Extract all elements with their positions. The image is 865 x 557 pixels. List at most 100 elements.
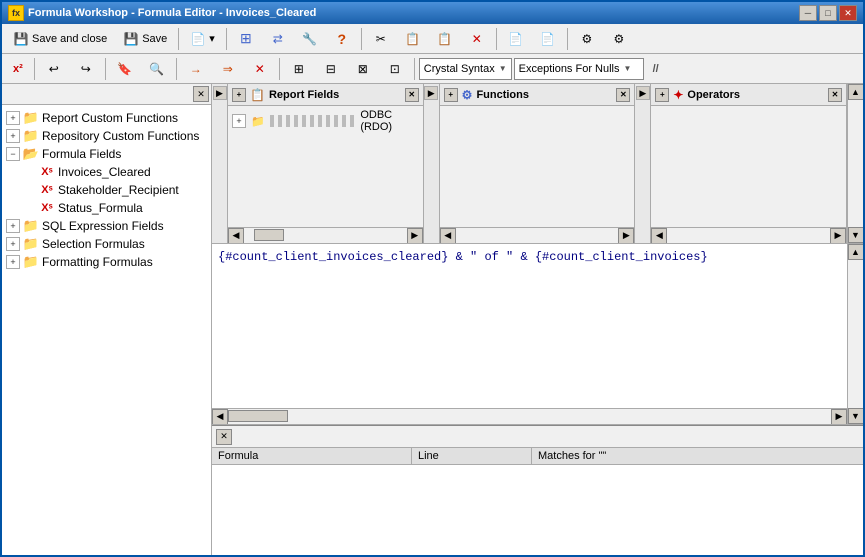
tree-item-invoices-cleared[interactable]: Xˢ Invoices_Cleared [4,163,209,181]
nulls-dropdown[interactable]: Exceptions For Nulls ▼ [514,58,644,80]
tree-expander-4[interactable]: + [6,237,20,251]
op-hscroll-left[interactable]: ◀ [651,228,667,244]
narrow-expand-btn3[interactable]: ▶ [636,86,650,100]
formula-workshop-button[interactable]: ⊞ [231,27,261,51]
tree-item-selection[interactable]: + 📁 Selection Formulas [4,235,209,253]
cut-button[interactable]: ✂ [366,27,396,51]
report-fields-close[interactable]: ✕ [405,88,419,102]
report-fields-title: Report Fields [269,89,339,101]
tree-label-6: SQL Expression Fields [42,219,164,233]
redo-button[interactable]: ↪ [71,57,101,81]
tree-expander-1[interactable]: + [6,129,20,143]
bottom-table-header: Formula Line Matches for "" [212,448,863,465]
hscroll-right[interactable]: ▶ [407,228,423,244]
tree-item-status[interactable]: Xˢ Status_Formula [4,199,209,217]
save-close-button[interactable]: 💾 Save and close [6,27,114,51]
close-button[interactable]: ✕ [839,5,857,21]
delete-button[interactable]: ✕ [462,27,492,51]
grid-icon2: ⊟ [323,61,339,77]
functions-expand[interactable]: + [444,88,458,102]
gear-button2[interactable]: ⚙ [604,27,634,51]
formula-editor[interactable]: {#count_client_invoices_cleared} & " of … [212,244,847,408]
save-close-icon: 💾 [13,31,29,47]
narrow-expand-btn[interactable]: ▶ [213,86,227,100]
tree-item-report-custom[interactable]: + 📁 Report Custom Functions [4,109,209,127]
narrow-expand-btn2[interactable]: ▶ [424,86,438,100]
vscroll-down[interactable]: ▼ [848,227,863,243]
gear-button1[interactable]: ⚙ [572,27,602,51]
xy-button[interactable]: x² [6,57,30,81]
tree-expander-0[interactable]: + [6,111,20,125]
hscroll-thumb[interactable] [254,229,284,241]
grid-button3[interactable]: ⊠ [348,57,378,81]
x-button[interactable]: ✕ [245,57,275,81]
main-window: fx Formula Workshop - Formula Editor - I… [0,0,865,557]
sep7 [105,58,106,80]
copy-button[interactable]: 📋 [398,27,428,51]
undo-button[interactable]: ↩ [39,57,69,81]
title-bar-buttons: ─ □ ✕ [799,5,857,21]
formula-hscroll-right[interactable]: ▶ [831,409,847,425]
formula-hscroll-thumb[interactable] [228,410,288,422]
paste-button[interactable]: 📋 [430,27,460,51]
op-hscroll-right[interactable]: ▶ [830,228,846,244]
operators-expand[interactable]: + [655,88,669,102]
fn-hscroll-right[interactable]: ▶ [618,228,634,244]
rft-expander[interactable]: + [232,114,246,128]
report-fields-expand[interactable]: + [232,88,246,102]
arrow-button1[interactable]: → [181,57,211,81]
gear-icon1: ⚙ [579,31,595,47]
grid-button1[interactable]: ⊞ [284,57,314,81]
formula-section: {#count_client_invoices_cleared} & " of … [212,244,863,425]
arrow-button2[interactable]: ⇒ [213,57,243,81]
col-matches: Matches for "" [532,448,863,464]
report-fields-tree-root[interactable]: + 📁 ODBC (RDO) [230,108,421,134]
left-panel-close-btn[interactable]: ✕ [193,86,209,102]
tree-expander-5[interactable]: + [6,255,20,269]
formula-vscroll-down[interactable]: ▼ [848,408,864,424]
delete-icon: ✕ [469,31,485,47]
functions-close[interactable]: ✕ [616,88,630,102]
save-button[interactable]: 💾 Save [116,27,174,51]
formula-hscroll-track[interactable] [228,409,831,424]
vscroll-up[interactable]: ▲ [848,84,863,100]
report-fields-db-label: ODBC (RDO) [360,109,418,133]
tree-item-sql[interactable]: + 📁 SQL Expression Fields [4,217,209,235]
switch-button[interactable]: ⇄ [263,27,293,51]
hscroll-left[interactable]: ◀ [228,228,244,244]
prop-icon1: 📄 [508,31,524,47]
tree-item-repo-custom[interactable]: + 📁 Repository Custom Functions [4,127,209,145]
prop-icon2: 📄 [540,31,556,47]
report-fields-section: + 📋 Report Fields ✕ + 📁 ODBC (RDO) [228,84,424,243]
fn-hscroll-track[interactable] [456,228,619,243]
tree-expander-3[interactable]: + [6,219,20,233]
hscroll-track[interactable] [244,228,407,243]
new-button[interactable]: 📄 ▾ [183,27,222,51]
tree-expander-2[interactable]: − [6,147,20,161]
tree-item-formula-fields[interactable]: − 📂 Formula Fields [4,145,209,163]
prop-button2[interactable]: 📄 [533,27,563,51]
tree-item-stakeholder[interactable]: Xˢ Stakeholder_Recipient [4,181,209,199]
toolbar1: 💾 Save and close 💾 Save 📄 ▾ ⊞ ⇄ 🔧 ? ✂ [2,24,863,54]
formula-hscroll-left[interactable]: ◀ [212,409,228,425]
grid-button4[interactable]: ⊡ [380,57,410,81]
minimize-button[interactable]: ─ [799,5,817,21]
syntax-dropdown[interactable]: Crystal Syntax ▼ [419,58,512,80]
bookmark-button[interactable]: 🔖 [110,57,140,81]
grid-button2[interactable]: ⊟ [316,57,346,81]
redo-icon: ↪ [78,61,94,77]
tool-button[interactable]: 🔧 [295,27,325,51]
fn-hscroll-left[interactable]: ◀ [440,228,456,244]
tree-item-formatting[interactable]: + 📁 Formatting Formulas [4,253,209,271]
folder-icon-1: 📁 [23,128,39,144]
comment-button[interactable]: // [646,57,666,81]
bottom-close-btn[interactable]: ✕ [216,429,232,445]
maximize-button[interactable]: □ [819,5,837,21]
formula-vscroll-up[interactable]: ▲ [848,244,864,260]
arrow-icon1: → [188,61,204,77]
prop-button1[interactable]: 📄 [501,27,531,51]
operators-close[interactable]: ✕ [828,88,842,102]
help-button[interactable]: ? [327,27,357,51]
search-button[interactable]: 🔍 [142,57,172,81]
op-hscroll-track[interactable] [667,228,830,243]
